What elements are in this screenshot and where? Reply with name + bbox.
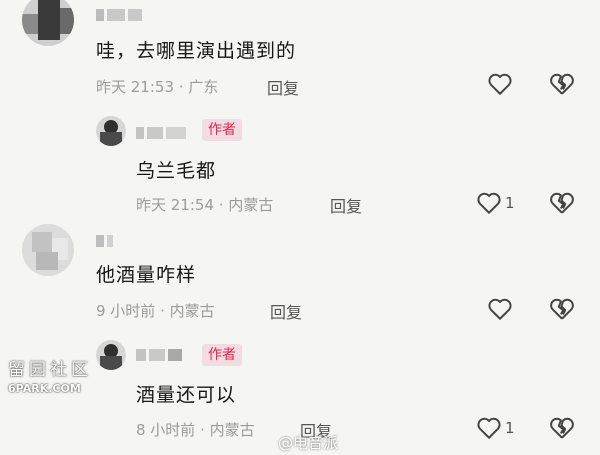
- broken-heart-icon[interactable]: [549, 416, 575, 440]
- reply-item: 作者 乌兰毛都 昨天 21:54 · 内蒙古 回复 1: [0, 110, 600, 220]
- watermark-url: 6PARK.COM: [8, 382, 81, 395]
- comment-time: 昨天 21:54: [136, 196, 214, 214]
- comment-location: 内蒙古: [228, 196, 274, 214]
- comment-location: 内蒙古: [169, 302, 215, 320]
- comment-location: 广东: [188, 78, 219, 96]
- username-blurred[interactable]: [96, 6, 145, 21]
- reply-button[interactable]: 回复: [270, 299, 302, 323]
- comment-meta: 8 小时前 · 内蒙古: [136, 419, 255, 440]
- comment-time: 9 小时前: [96, 302, 156, 320]
- like-count: 1: [505, 419, 515, 437]
- watermark-6park: 留园社区 6PARK.COM: [8, 355, 96, 395]
- comment-item: 他酒量咋样 9 小时前 · 内蒙古 回复: [0, 220, 600, 335]
- broken-heart-icon[interactable]: [549, 191, 575, 215]
- comment-text: 他酒量咋样: [96, 264, 197, 286]
- comment-meta: 昨天 21:54 · 内蒙古: [136, 194, 273, 215]
- comment-meta: 9 小时前 · 内蒙古: [96, 300, 215, 321]
- broken-heart-icon[interactable]: [549, 72, 575, 96]
- watermark-weibo: @电音派: [278, 434, 339, 452]
- broken-heart-icon[interactable]: [549, 297, 575, 321]
- username-blurred[interactable]: [136, 346, 185, 361]
- comment-item: 哇，去哪里演出遇到的 昨天 21:53 · 广东 回复: [0, 0, 600, 110]
- comment-text: 哇，去哪里演出遇到的: [96, 40, 297, 62]
- comment-meta: 昨天 21:53 · 广东: [96, 76, 218, 97]
- username-blurred[interactable]: [136, 124, 189, 139]
- comment-text: 乌兰毛都: [136, 160, 217, 182]
- watermark-title: 留园社区: [8, 360, 92, 380]
- separator-dot: ·: [178, 78, 184, 96]
- separator-dot: ·: [200, 421, 205, 439]
- avatar[interactable]: [22, 224, 74, 276]
- avatar[interactable]: [22, 0, 74, 46]
- heart-outline-icon[interactable]: [487, 72, 513, 96]
- heart-outline-icon[interactable]: [487, 297, 513, 321]
- comment-time: 昨天 21:53: [96, 78, 174, 96]
- like-count: 1: [505, 194, 515, 212]
- comment-text: 酒量还可以: [136, 384, 237, 406]
- reply-button[interactable]: 回复: [267, 75, 299, 99]
- author-badge: 作者: [202, 344, 242, 366]
- avatar[interactable]: [96, 340, 126, 370]
- username-blurred[interactable]: [96, 232, 116, 247]
- avatar[interactable]: [96, 116, 126, 146]
- author-badge: 作者: [202, 119, 242, 141]
- comment-location: 内蒙古: [209, 421, 255, 439]
- heart-outline-icon[interactable]: [476, 191, 502, 215]
- comment-time: 8 小时前: [136, 421, 196, 439]
- separator-dot: ·: [160, 302, 165, 320]
- separator-dot: ·: [218, 196, 224, 214]
- heart-outline-icon[interactable]: [476, 416, 502, 440]
- reply-button[interactable]: 回复: [330, 193, 362, 217]
